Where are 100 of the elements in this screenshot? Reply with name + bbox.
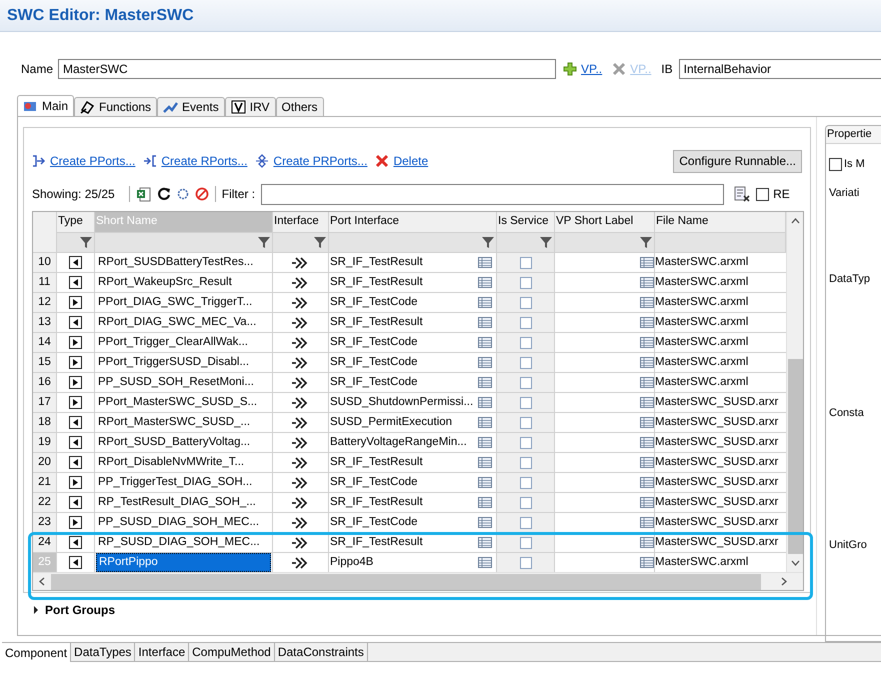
double-chevron-icon	[292, 316, 310, 328]
file-name: MasterSWC_SUSD.arxr	[655, 414, 778, 430]
is-service-checkbox[interactable]	[520, 456, 532, 468]
is-service-checkbox[interactable]	[520, 256, 532, 268]
table-icon	[478, 517, 492, 528]
filter-field[interactable]	[261, 184, 724, 204]
table-icon	[478, 397, 492, 408]
port-groups-section[interactable]: Port Groups	[33, 601, 811, 619]
vertical-scrollbar[interactable]	[786, 212, 803, 572]
component-icon	[23, 99, 38, 113]
port-interface: SR_IF_TestResult	[330, 494, 423, 510]
port-interface: Pippo4B	[330, 554, 374, 570]
table-icon	[478, 497, 492, 508]
is-service-checkbox[interactable]	[520, 516, 532, 528]
arrow-icon	[80, 100, 96, 114]
close-icon	[612, 62, 626, 76]
short-name[interactable]: RP_TestResult_DIAG_SOH_...	[96, 493, 257, 512]
short-name[interactable]: PPort_Trigger_ClearAllWak...	[96, 333, 249, 352]
configure-runnable-button[interactable]: Configure Runnable...	[673, 150, 802, 172]
bottom-tab[interactable]: CompuMethod	[189, 643, 275, 662]
table-icon	[478, 337, 492, 348]
row-number: 21	[33, 473, 57, 492]
short-name[interactable]: RPort_WakeupSrc_Result	[96, 273, 233, 292]
is-service-checkbox[interactable]	[520, 416, 532, 428]
file-name: MasterSWC_SUSD.arxr	[655, 534, 778, 550]
action-link[interactable]: Create PRPorts...	[273, 152, 368, 170]
is-service-checkbox[interactable]	[520, 536, 532, 548]
bottom-tab[interactable]: Interface	[135, 643, 190, 662]
table-icon	[478, 297, 492, 308]
short-name[interactable]: RPort_DIAG_SWC_MEC_Va...	[96, 313, 258, 332]
tab[interactable]: Functions	[74, 97, 158, 116]
short-name[interactable]: PP_TriggerTest_DIAG_SOH...	[96, 473, 254, 492]
is-service-checkbox[interactable]	[520, 396, 532, 408]
filter-label: Filter :	[222, 186, 256, 203]
port-interface: SR_IF_TestCode	[330, 334, 418, 350]
action-link[interactable]: Create RPorts...	[161, 152, 248, 170]
right-port-icon	[69, 356, 82, 369]
is-m-checkbox[interactable]	[829, 158, 842, 171]
table-icon	[640, 477, 654, 488]
is-service-checkbox[interactable]	[520, 496, 532, 508]
double-chevron-icon	[292, 376, 310, 388]
tab[interactable]: Main	[17, 95, 74, 116]
port-interface: SR_IF_TestResult	[330, 534, 423, 550]
is-service-checkbox[interactable]	[520, 356, 532, 368]
is-service-checkbox[interactable]	[520, 336, 532, 348]
short-name[interactable]: RPort_SUSDBatteryTestRes...	[96, 253, 254, 272]
short-name[interactable]: PPort_DIAG_SWC_TriggerT...	[96, 293, 254, 312]
port-interface: SR_IF_TestResult	[330, 314, 423, 330]
tab[interactable]: Events	[157, 97, 225, 116]
name-field[interactable]: MasterSWC	[58, 59, 556, 79]
port-interface: SR_IF_TestCode	[330, 294, 418, 310]
scrollbar-thumb[interactable]	[51, 574, 761, 590]
short-name[interactable]: PPort_TriggerSUSD_Disabl...	[96, 353, 250, 372]
double-chevron-icon	[292, 356, 310, 368]
bottom-tab[interactable]: DataConstraints	[274, 643, 368, 662]
short-name[interactable]: RPort_MasterSWC_SUSD_...	[96, 413, 252, 432]
action-link[interactable]: Delete	[393, 152, 428, 170]
is-service-checkbox[interactable]	[520, 316, 532, 328]
file-name: MasterSWC_SUSD.arxr	[655, 434, 778, 450]
table-icon	[478, 257, 492, 268]
short-name[interactable]: RPort_DisableNvMWrite_T...	[96, 453, 246, 472]
table-icon	[640, 517, 654, 528]
showing-count: Showing: 25/25	[32, 186, 115, 203]
table-icon	[478, 357, 492, 368]
row-number: 10	[33, 253, 57, 272]
is-service-checkbox[interactable]	[520, 556, 532, 568]
tab[interactable]: Others	[276, 97, 324, 116]
table-icon	[478, 317, 492, 328]
short-name[interactable]: RPortPippo	[96, 553, 271, 572]
is-service-checkbox[interactable]	[520, 376, 532, 388]
property-label: Consta	[829, 406, 865, 420]
re-checkbox[interactable]	[756, 188, 770, 200]
scrollbar-thumb[interactable]	[788, 359, 802, 554]
file-name: MasterSWC.arxml	[655, 254, 748, 270]
left-port-icon	[69, 536, 82, 549]
action-link[interactable]: Create PPorts...	[50, 152, 136, 170]
short-name[interactable]: PP_SUSD_DIAG_SOH_MEC...	[96, 513, 260, 532]
is-service-checkbox[interactable]	[520, 476, 532, 488]
double-chevron-icon	[292, 516, 310, 528]
short-name[interactable]: PPort_MasterSWC_SUSD_S...	[96, 393, 258, 412]
row-number: 17	[33, 393, 57, 412]
left-port-icon	[69, 316, 82, 329]
left-port-icon	[69, 456, 82, 469]
tab[interactable]: IRV	[224, 97, 276, 116]
file-name: MasterSWC_SUSD.arxr	[655, 394, 778, 410]
is-service-checkbox[interactable]	[520, 296, 532, 308]
table-icon	[640, 417, 654, 428]
horizontal-scrollbar[interactable]	[33, 572, 803, 590]
table-icon	[640, 497, 654, 508]
internal-behavior-field[interactable]: InternalBehavior	[678, 59, 881, 79]
short-name[interactable]: PP_SUSD_SOH_ResetMoni...	[96, 373, 255, 392]
bottom-tab[interactable]: DataTypes	[71, 643, 136, 662]
short-name[interactable]: RP_SUSD_DIAG_SOH_MEC...	[96, 533, 261, 552]
short-name[interactable]: RPort_SUSD_BatteryVoltag...	[96, 433, 252, 452]
is-service-checkbox[interactable]	[520, 276, 532, 288]
left-port-icon	[69, 496, 82, 509]
row-number: 15	[33, 353, 57, 372]
vp-link[interactable]: VP..	[581, 60, 602, 78]
is-service-checkbox[interactable]	[520, 436, 532, 448]
row-number: 11	[33, 273, 57, 292]
